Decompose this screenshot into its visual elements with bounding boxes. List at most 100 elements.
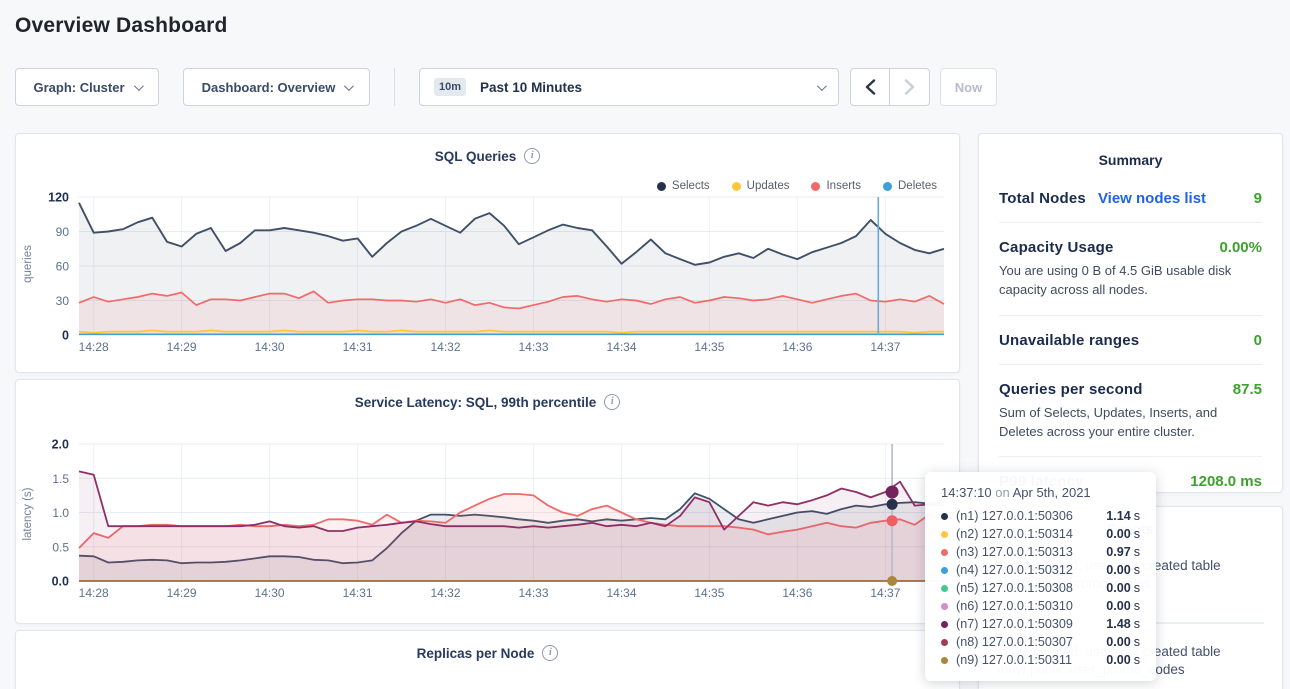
replicas-title-row: Replicas per Node i bbox=[16, 645, 959, 661]
svg-text:14:35: 14:35 bbox=[694, 586, 724, 600]
unavailable-ranges-label: Unavailable ranges bbox=[999, 332, 1139, 349]
node-address: (n3) 127.0.0.1:50313 bbox=[956, 545, 1106, 559]
capacity-usage-row: Capacity Usage 0.00% bbox=[999, 223, 1262, 256]
time-range-dropdown[interactable]: 10m Past 10 Minutes bbox=[419, 68, 839, 106]
svg-text:14:35: 14:35 bbox=[694, 340, 724, 354]
sql-queries-title: SQL Queries bbox=[435, 149, 517, 164]
replicas-per-node-card: Replicas per Node i bbox=[15, 630, 960, 689]
node-color-dot bbox=[941, 513, 948, 520]
graph-dropdown[interactable]: Graph: Cluster bbox=[15, 68, 159, 106]
node-latency-unit: s bbox=[1134, 617, 1140, 631]
svg-text:14:28: 14:28 bbox=[79, 340, 109, 354]
node-latency-unit: s bbox=[1134, 653, 1140, 667]
total-nodes-label: Total Nodes bbox=[999, 190, 1086, 207]
p99-latency-value: 1208.0 ms bbox=[1190, 473, 1262, 490]
capacity-usage-value: 0.00% bbox=[1219, 239, 1262, 256]
node-address: (n7) 127.0.0.1:50309 bbox=[956, 617, 1106, 631]
queries-per-second-row: Queries per second 87.5 bbox=[999, 365, 1262, 398]
node-color-dot bbox=[941, 621, 948, 628]
node-latency-unit: s bbox=[1134, 599, 1140, 613]
node-color-dot bbox=[941, 549, 948, 556]
svg-text:2.0: 2.0 bbox=[52, 438, 69, 452]
svg-text:1.5: 1.5 bbox=[52, 472, 69, 486]
tooltip-row: (n2) 127.0.0.1:503140.00s bbox=[941, 525, 1140, 543]
node-latency-value: 0.00 bbox=[1106, 581, 1131, 595]
service-latency-chart[interactable]: 14:2814:2914:3014:3114:3214:3314:3414:35… bbox=[16, 432, 961, 610]
node-color-dot bbox=[941, 603, 948, 610]
capacity-usage-label: Capacity Usage bbox=[999, 239, 1114, 256]
node-latency-unit: s bbox=[1134, 527, 1140, 541]
time-range-label: Past 10 Minutes bbox=[480, 80, 817, 95]
node-latency-unit: s bbox=[1134, 581, 1140, 595]
node-color-dot bbox=[941, 639, 948, 646]
svg-text:14:29: 14:29 bbox=[167, 586, 197, 600]
service-latency-title-row: Service Latency: SQL, 99th percentile i bbox=[16, 394, 959, 410]
summary-panel-title: Summary bbox=[979, 134, 1282, 168]
node-color-dot bbox=[941, 567, 948, 574]
svg-text:90: 90 bbox=[56, 225, 70, 239]
controls-divider bbox=[394, 68, 395, 106]
total-nodes-value: 9 bbox=[1254, 190, 1262, 207]
svg-text:60: 60 bbox=[56, 260, 70, 274]
replicas-title: Replicas per Node bbox=[417, 646, 535, 661]
unavailable-ranges-value: 0 bbox=[1254, 332, 1262, 349]
info-icon[interactable]: i bbox=[542, 645, 558, 661]
graph-dropdown-label: Graph: Cluster bbox=[33, 80, 124, 95]
queries-per-second-label: Queries per second bbox=[999, 381, 1143, 398]
time-next-button[interactable] bbox=[890, 68, 930, 106]
node-latency-unit: s bbox=[1134, 563, 1140, 577]
svg-text:14:28: 14:28 bbox=[79, 586, 109, 600]
node-address: (n1) 127.0.0.1:50306 bbox=[956, 509, 1106, 523]
node-latency-value: 1.48 bbox=[1106, 617, 1131, 631]
info-icon[interactable]: i bbox=[604, 394, 620, 410]
queries-per-second-value: 87.5 bbox=[1233, 381, 1262, 398]
node-latency-value: 0.00 bbox=[1106, 653, 1131, 667]
node-latency-value: 0.00 bbox=[1106, 563, 1131, 577]
node-latency-unit: s bbox=[1134, 635, 1140, 649]
node-color-dot bbox=[941, 657, 948, 664]
dashboard-dropdown[interactable]: Dashboard: Overview bbox=[183, 68, 370, 106]
view-nodes-list-link[interactable]: View nodes list bbox=[1098, 190, 1206, 207]
unavailable-ranges-row: Unavailable ranges 0 bbox=[999, 316, 1262, 349]
tooltip-row: (n4) 127.0.0.1:503120.00s bbox=[941, 561, 1140, 579]
svg-text:14:37: 14:37 bbox=[870, 586, 900, 600]
tooltip-row: (n1) 127.0.0.1:503061.14s bbox=[941, 507, 1140, 525]
tooltip-row: (n9) 127.0.0.1:503110.00s bbox=[941, 651, 1140, 669]
node-address: (n4) 127.0.0.1:50312 bbox=[956, 563, 1106, 577]
sql-queries-chart[interactable]: 14:2814:2914:3014:3114:3214:3314:3414:35… bbox=[16, 184, 961, 366]
node-color-dot bbox=[941, 531, 948, 538]
svg-text:14:29: 14:29 bbox=[167, 340, 197, 354]
info-icon[interactable]: i bbox=[524, 148, 540, 164]
svg-text:14:34: 14:34 bbox=[606, 340, 636, 354]
tooltip-on: on bbox=[995, 485, 1009, 500]
total-nodes-row: Total Nodes View nodes list 9 bbox=[999, 168, 1262, 207]
dashboard-controls: Graph: Cluster Dashboard: Overview 10m P… bbox=[15, 68, 997, 106]
svg-text:14:36: 14:36 bbox=[782, 586, 812, 600]
node-latency-unit: s bbox=[1134, 509, 1140, 523]
svg-text:14:37: 14:37 bbox=[870, 340, 900, 354]
dashboard-dropdown-label: Dashboard: Overview bbox=[202, 80, 336, 95]
time-range-badge: 10m bbox=[434, 78, 466, 96]
svg-text:120: 120 bbox=[48, 191, 69, 205]
now-button[interactable]: Now bbox=[940, 68, 997, 106]
svg-text:1.0: 1.0 bbox=[52, 506, 69, 520]
sql-queries-card: SQL Queries i SelectsUpdatesInsertsDelet… bbox=[15, 133, 960, 373]
svg-text:14:34: 14:34 bbox=[606, 586, 636, 600]
queries-per-second-description: Sum of Selects, Updates, Inserts, and De… bbox=[999, 398, 1262, 442]
node-address: (n6) 127.0.0.1:50310 bbox=[956, 599, 1106, 613]
svg-text:14:32: 14:32 bbox=[430, 340, 460, 354]
service-latency-card: Service Latency: SQL, 99th percentile i … bbox=[15, 379, 960, 624]
node-address: (n5) 127.0.0.1:50308 bbox=[956, 581, 1106, 595]
time-prev-button[interactable] bbox=[850, 68, 890, 106]
svg-text:14:33: 14:33 bbox=[518, 586, 548, 600]
tooltip-time: 14:37:10 bbox=[941, 485, 992, 500]
summary-body: Total Nodes View nodes list 9 Capacity U… bbox=[979, 168, 1282, 490]
node-latency-unit: s bbox=[1134, 545, 1140, 559]
capacity-usage-description: You are using 0 B of 4.5 GiB usable disk… bbox=[999, 256, 1262, 300]
chevron-down-icon bbox=[344, 81, 354, 91]
node-latency-value: 0.00 bbox=[1106, 599, 1131, 613]
chevron-down-icon bbox=[817, 81, 827, 91]
node-latency-value: 0.00 bbox=[1106, 527, 1131, 541]
service-latency-title: Service Latency: SQL, 99th percentile bbox=[355, 395, 597, 410]
chevron-right-icon bbox=[904, 79, 915, 95]
